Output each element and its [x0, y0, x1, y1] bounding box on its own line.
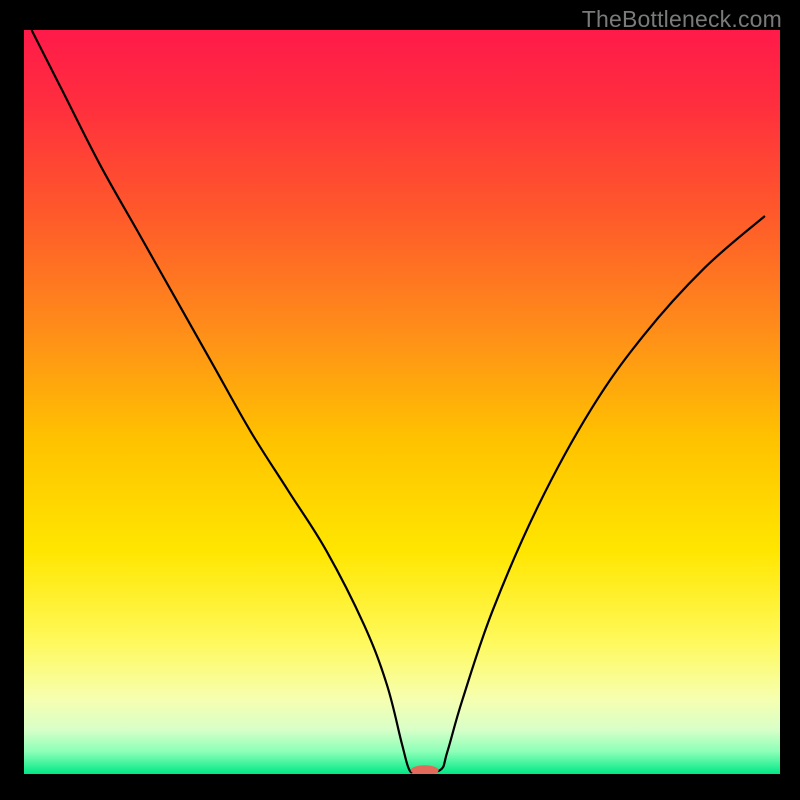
watermark-text: TheBottleneck.com — [582, 6, 782, 33]
chart-svg — [24, 30, 780, 774]
chart-container: TheBottleneck.com — [0, 0, 800, 800]
gradient-background — [24, 30, 780, 774]
plot-area — [24, 30, 780, 774]
